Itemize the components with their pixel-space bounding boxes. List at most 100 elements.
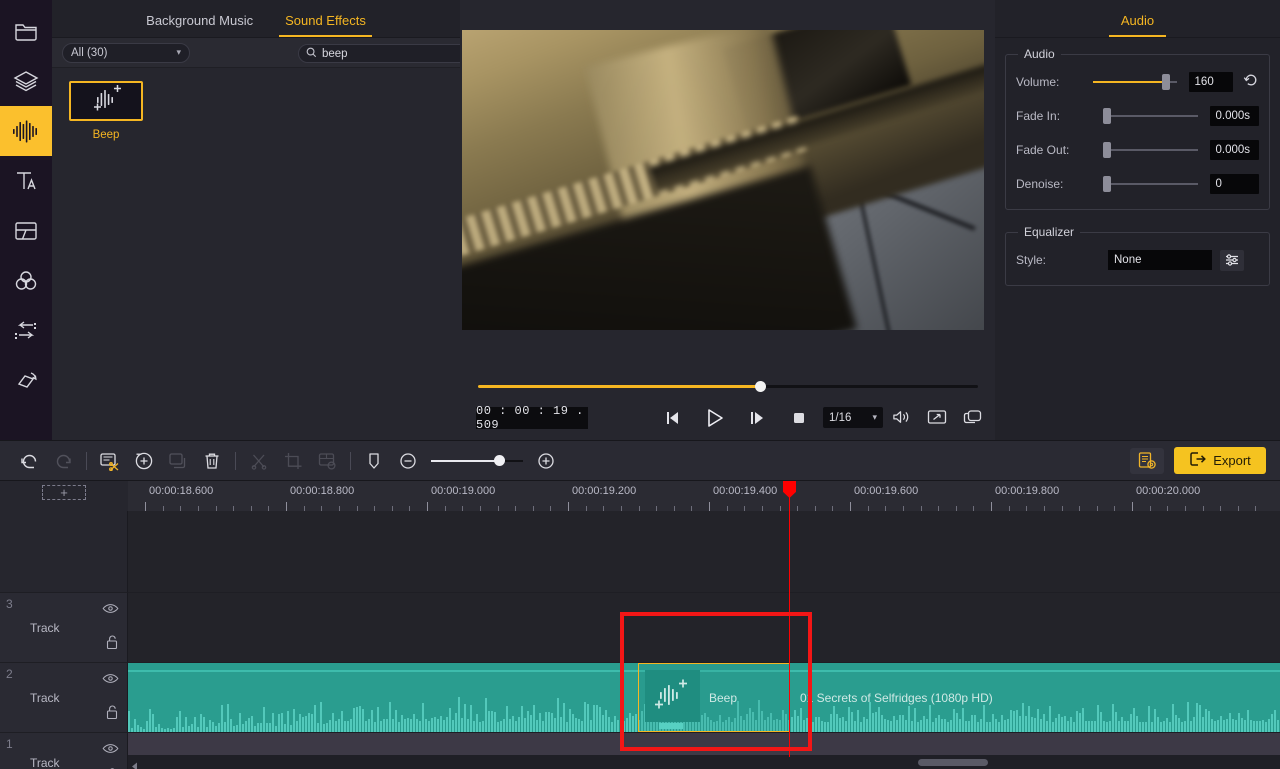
track-head-1[interactable]: 1 Track — [0, 733, 128, 769]
unlock-icon[interactable] — [105, 704, 119, 725]
denoise-value[interactable]: 0 — [1209, 174, 1259, 194]
search-input[interactable] — [322, 47, 452, 60]
sidebar-item-split-screen[interactable] — [0, 206, 52, 256]
auto-cut-button[interactable] — [93, 440, 127, 481]
track-head-3[interactable]: 3 Track — [0, 593, 128, 663]
scrollbar-thumb[interactable] — [918, 759, 988, 766]
speed-button[interactable] — [310, 440, 344, 481]
next-frame-button[interactable] — [744, 405, 770, 431]
unlock-icon[interactable] — [105, 634, 119, 655]
equalizer-style-dropdown[interactable]: None — [1108, 250, 1212, 270]
volume-label: Volume: — [1016, 75, 1060, 89]
tab-sound-effects[interactable]: Sound Effects — [279, 13, 372, 37]
selected-clip-beep[interactable]: Beep — [638, 663, 790, 732]
zoom-knob[interactable] — [494, 454, 505, 466]
ruler-tick-major — [1132, 502, 1133, 511]
zoom-in-icon[interactable] — [529, 440, 563, 481]
marker-button[interactable] — [357, 440, 391, 481]
copy-clip-button[interactable] — [161, 440, 195, 481]
split-button[interactable] — [242, 440, 276, 481]
timeline-panel: + 00:00:18.600 00:00:18.800 00:00:19.000 00… — [0, 481, 1280, 769]
sidebar-item-transitions[interactable] — [0, 306, 52, 356]
equalizer-group: Equalizer Style: None — [1005, 225, 1270, 286]
slider-knob[interactable] — [1102, 108, 1111, 124]
sidebar-item-titles[interactable] — [0, 156, 52, 206]
track-lane-2[interactable]: 01 Secrets of Selfridges (1080p HD) Beep — [128, 663, 1280, 733]
video-preview[interactable] — [462, 30, 984, 330]
export-button[interactable]: Export — [1174, 447, 1266, 474]
sidebar-item-effects[interactable] — [0, 56, 52, 106]
tab-audio[interactable]: Audio — [1108, 13, 1167, 37]
text-icon — [13, 168, 39, 194]
equalizer-settings-icon[interactable] — [1220, 249, 1244, 271]
sidebar-item-audio[interactable] — [0, 106, 52, 156]
asset-thumbnail[interactable] — [69, 81, 143, 121]
crop-button[interactable] — [276, 440, 310, 481]
slider-knob[interactable] — [1102, 142, 1111, 158]
snapshot-button[interactable] — [963, 409, 983, 430]
progress-knob[interactable] — [755, 381, 766, 392]
stop-button[interactable] — [786, 405, 812, 431]
track-lane-3[interactable] — [128, 593, 1280, 663]
fade-out-row: Fade Out: 0.000s — [1016, 137, 1259, 163]
track-label: Track — [30, 756, 60, 769]
track-label: Track — [30, 620, 60, 635]
asset-item-beep[interactable]: Beep — [68, 81, 144, 141]
sidebar-item-media-library[interactable] — [0, 6, 52, 56]
library-tabs: Background Music Sound Effects — [52, 0, 460, 38]
volume-slider[interactable] — [1092, 73, 1177, 91]
slider-knob[interactable] — [1102, 176, 1111, 192]
slider-knob[interactable] — [1161, 74, 1170, 90]
denoise-slider[interactable] — [1102, 175, 1198, 193]
fade-in-value[interactable]: 0.000s — [1209, 106, 1259, 126]
zoom-out-icon[interactable] — [391, 440, 425, 481]
scroll-left-arrow-icon[interactable] — [131, 758, 138, 769]
tab-background-music[interactable]: Background Music — [140, 13, 259, 37]
timeline-ruler[interactable]: 00:00:18.600 00:00:18.800 00:00:19.000 00:0… — [128, 481, 1280, 511]
equalizer-group-title: Equalizer — [1018, 225, 1081, 239]
playback-rate-value: 1/16 — [829, 411, 852, 424]
left-icon-rail — [0, 0, 52, 440]
clip-title: 01 Secrets of Selfridges (1080p HD) — [800, 690, 993, 705]
playback-rate-dropdown[interactable]: 1/16 ▾ — [823, 407, 883, 428]
ruler-tick-major — [709, 502, 710, 511]
category-filter-dropdown[interactable]: All (30) ▾ — [62, 42, 190, 63]
fullscreen-button[interactable] — [927, 409, 947, 430]
motion-rotate-icon — [13, 368, 39, 394]
reset-icon[interactable] — [1243, 72, 1259, 93]
timeline-horizontal-scrollbar[interactable] — [128, 755, 1280, 769]
eye-icon[interactable] — [102, 601, 119, 619]
prev-frame-button[interactable] — [660, 405, 686, 431]
search-input-wrapper[interactable] — [298, 44, 470, 63]
sidebar-item-color[interactable] — [0, 256, 52, 306]
sidebar-item-motion[interactable] — [0, 356, 52, 406]
undo-button[interactable] — [12, 440, 46, 481]
add-track-button[interactable]: + — [42, 485, 86, 500]
volume-button[interactable] — [892, 409, 911, 430]
fade-in-slider[interactable] — [1102, 107, 1198, 125]
volume-value[interactable]: 160 — [1188, 72, 1233, 92]
search-icon — [306, 45, 317, 63]
selected-clip-label: Beep — [709, 690, 738, 705]
redo-button[interactable] — [46, 440, 80, 481]
eye-icon[interactable] — [102, 671, 119, 689]
play-button[interactable] — [702, 405, 728, 431]
ruler-label: 00:00:19.600 — [854, 485, 919, 497]
playhead[interactable] — [783, 481, 796, 757]
preview-progress-bar[interactable] — [478, 380, 978, 394]
track-head-2[interactable]: 2 Track — [0, 663, 128, 733]
project-settings-button[interactable] — [1130, 447, 1164, 474]
folder-icon — [13, 19, 39, 43]
timeline-zoom-slider[interactable] — [431, 452, 523, 470]
fade-out-value[interactable]: 0.000s — [1209, 140, 1259, 160]
style-label: Style: — [1016, 253, 1047, 267]
delete-button[interactable] — [195, 440, 229, 481]
progress-fill — [478, 385, 761, 388]
add-clip-button[interactable] — [127, 440, 161, 481]
ruler-label: 00:00:19.400 — [713, 485, 778, 497]
slider-track — [1102, 183, 1198, 185]
fade-out-slider[interactable] — [1102, 141, 1198, 159]
timeline-corner: + — [0, 481, 128, 503]
eye-icon[interactable] — [102, 741, 119, 759]
track-number: 1 — [6, 737, 13, 751]
